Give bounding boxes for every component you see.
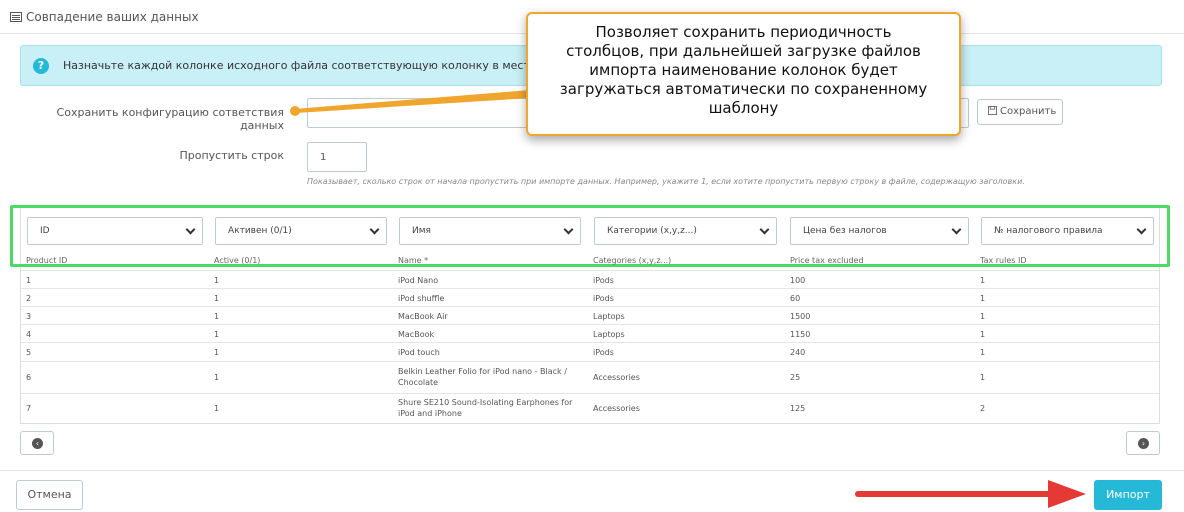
row-divider <box>21 288 1159 289</box>
column-header: Name * <box>398 256 429 265</box>
table-cell: Accessories <box>593 404 640 413</box>
callout-line: шаблону <box>708 99 779 117</box>
skip-hint: Показывает, сколько строк от начала проп… <box>307 177 1025 186</box>
table-icon <box>10 12 22 22</box>
panel-title: Совпадение ваших данных <box>26 10 199 24</box>
tooltip-callout: Позволяет сохранить периодичность столбц… <box>526 12 961 136</box>
table-cell: 1 <box>980 330 986 339</box>
table-cell: MacBook <box>398 330 435 339</box>
table-cell: 100 <box>790 276 806 285</box>
table-cell: 1 <box>26 276 32 285</box>
save-config-button[interactable]: Сохранить <box>977 99 1063 125</box>
skip-label: Пропустить строк <box>179 149 285 162</box>
table-cell: 125 <box>790 404 806 413</box>
callout-line: импорта наименование колонок будет <box>589 61 898 79</box>
column-header: Active (0/1) <box>214 256 261 265</box>
table-cell: 1 <box>214 312 220 321</box>
callout-line: загружаться автоматически по сохраненном… <box>559 80 928 98</box>
orange-pointer-annotation <box>290 90 530 116</box>
table-cell: 1 <box>214 294 220 303</box>
table-cell: 1 <box>214 373 220 382</box>
table-cell: iPods <box>593 276 614 285</box>
table-cell: 1 <box>980 312 986 321</box>
table-cell: iPods <box>593 294 614 303</box>
table-cell: Shure SE210 Sound-Isolating Earphones fo… <box>398 398 573 418</box>
row-divider <box>21 342 1159 343</box>
cancel-button[interactable]: Отмена <box>16 480 83 510</box>
callout-line: Позволяет сохранить периодичность <box>595 23 892 41</box>
table-cell: MacBook Air <box>398 312 448 321</box>
red-arrow-annotation <box>855 480 1086 508</box>
column-header: Tax rules ID <box>980 256 1027 265</box>
table-cell: 25 <box>790 373 801 382</box>
pointer-dot <box>290 106 300 116</box>
table-cell: Laptops <box>593 312 625 321</box>
table-cell: 1 <box>214 404 220 413</box>
table-cell: Accessories <box>593 373 640 382</box>
row-divider <box>21 270 1159 271</box>
column-header: Price tax excluded <box>790 256 864 265</box>
arrow-head <box>1048 480 1086 508</box>
table-cell: 4 <box>26 330 32 339</box>
question-icon: ? <box>33 58 49 74</box>
config-label: Сохранить конфигурацию сответствия данны… <box>56 106 284 132</box>
table-cell: Belkin Leather Folio for iPod nano - Bla… <box>398 367 567 387</box>
pointer-line <box>294 90 530 113</box>
row-divider <box>21 361 1159 362</box>
callout-line: столбцов, при дальнейшей загрузке файлов <box>566 42 921 60</box>
column-header: Product ID <box>26 256 68 265</box>
table-cell: 2 <box>26 294 32 303</box>
table-cell: 60 <box>790 294 801 303</box>
table-cell: 1500 <box>790 312 811 321</box>
chevron-left-icon: ‹ <box>32 438 43 449</box>
table-cell: iPods <box>593 348 614 357</box>
table-cell: 3 <box>26 312 32 321</box>
column-header: Categories (x,y,z...) <box>593 256 672 265</box>
row-divider <box>21 306 1159 307</box>
table-cell: 1 <box>214 348 220 357</box>
row-divider <box>21 393 1159 394</box>
row-divider <box>21 324 1159 325</box>
table-cell: 1 <box>980 294 986 303</box>
table-cell: iPod Nano <box>398 276 439 285</box>
prev-page-button[interactable]: ‹ <box>20 431 54 455</box>
table-cell: 5 <box>26 348 32 357</box>
table-cell: 6 <box>26 373 32 382</box>
table-cell: 1 <box>980 348 986 357</box>
table-cell: 1150 <box>790 330 811 339</box>
table-cell: 7 <box>26 404 32 413</box>
table-cell: iPod shuffle <box>398 294 445 303</box>
table-cell: 1 <box>214 330 220 339</box>
table-cell: iPod touch <box>398 348 440 357</box>
save-config-label: Сохранить <box>1000 106 1057 117</box>
import-button[interactable]: Импорт <box>1094 480 1162 510</box>
table-cell: 1 <box>980 276 986 285</box>
chevron-right-icon: › <box>1138 438 1149 449</box>
table-cell: 1 <box>980 373 986 382</box>
table-cell: 1 <box>214 276 220 285</box>
table-cell: Laptops <box>593 330 625 339</box>
footer-divider <box>0 470 1184 471</box>
next-page-button[interactable]: › <box>1126 431 1160 455</box>
table-cell: 240 <box>790 348 806 357</box>
table-cell: 2 <box>980 404 986 413</box>
skip-rows-input[interactable]: 1 <box>307 142 367 172</box>
floppy-icon <box>988 106 997 115</box>
info-text: Назначьте каждой колонке исходного файла… <box>63 59 595 72</box>
